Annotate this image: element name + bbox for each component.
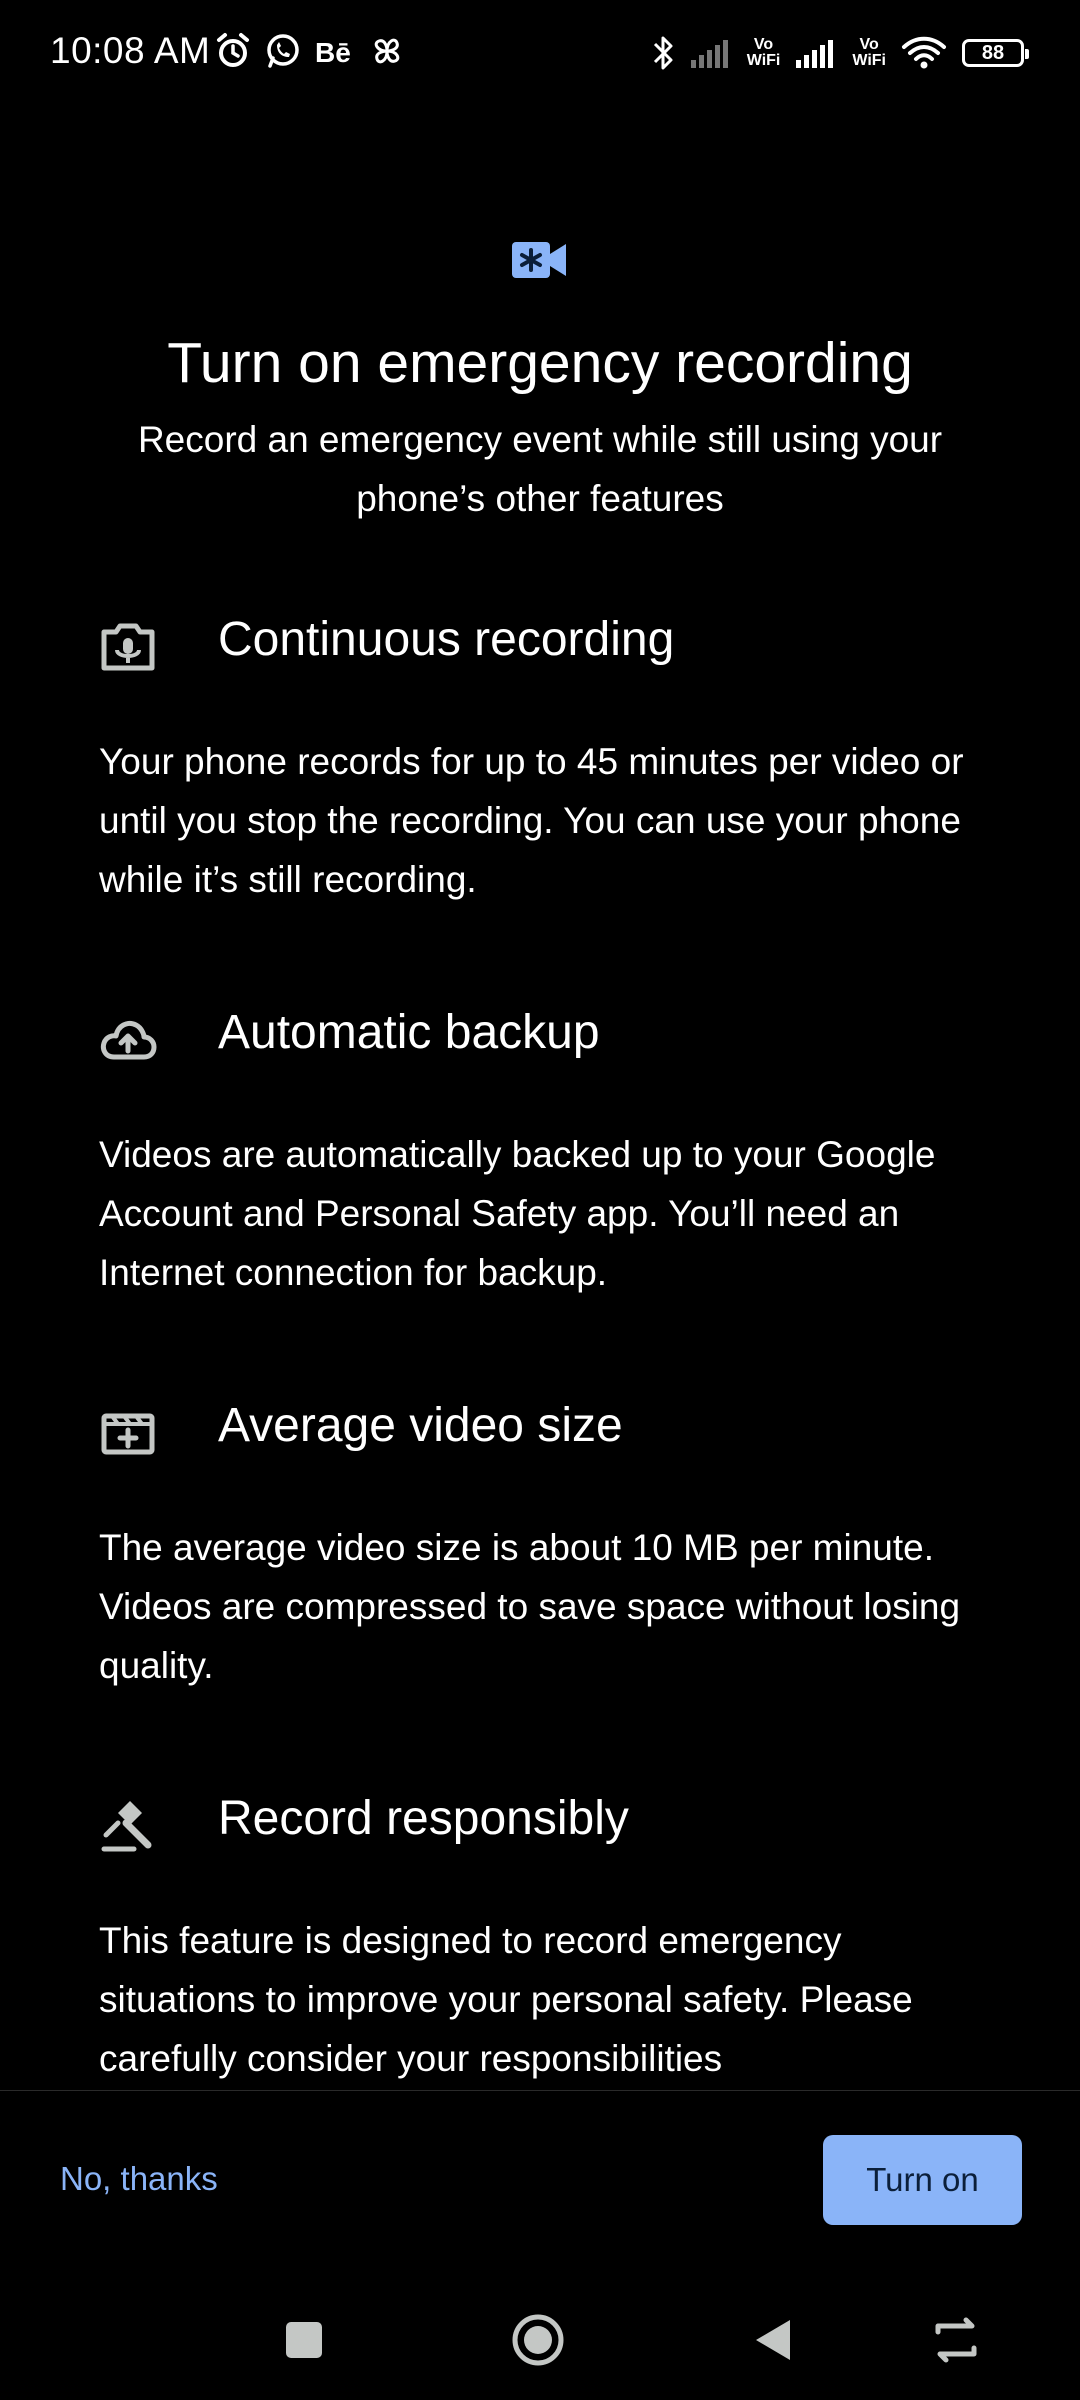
section-body: Videos are automatically backed up to yo… — [99, 1134, 936, 1293]
signal-icon — [690, 40, 728, 68]
camera-mic-icon — [101, 623, 155, 671]
signal-icon — [796, 40, 834, 68]
recents-icon[interactable] — [274, 2310, 334, 2370]
home-icon[interactable] — [508, 2310, 568, 2370]
vowifi-icon: Vo WiFi — [746, 36, 781, 69]
status-bar: 10:08 AM Bē Vo WiFi Vo WiFi 88 — [0, 0, 1080, 110]
svg-text:Bē: Bē — [315, 37, 351, 66]
turn-on-button[interactable]: Turn on — [823, 2135, 1022, 2225]
divider — [0, 2090, 1080, 2091]
back-icon[interactable] — [744, 2310, 804, 2370]
no-thanks-button[interactable]: No, thanks — [60, 2160, 218, 2198]
pinwheel-icon — [374, 38, 400, 64]
gavel-icon — [101, 1801, 152, 1852]
cloud-upload-icon — [100, 1020, 157, 1060]
wifi-icon — [902, 36, 946, 69]
page-subtitle: Record an emergency event while still us… — [137, 419, 943, 519]
behance-icon: Bē — [315, 37, 351, 66]
whatsapp-icon — [267, 34, 299, 68]
section-title: Average video size — [218, 1399, 623, 1452]
video-asterisk-icon — [512, 242, 566, 278]
status-time: 10:08 AM — [50, 30, 211, 71]
section-title: Continuous recording — [218, 613, 675, 666]
screen-rotate-icon[interactable] — [926, 2310, 986, 2370]
section-body: The average video size is about 10 MB pe… — [99, 1527, 961, 1686]
page-title: Turn on emergency recording — [167, 331, 913, 395]
section-body: Your phone records for up to 45 minutes … — [99, 741, 964, 900]
alarm-icon — [217, 33, 249, 67]
section-title: Record responsibly — [218, 1792, 629, 1845]
system-navigation-bar — [0, 2280, 1080, 2400]
battery-icon: 88 — [962, 39, 1029, 67]
section-title: Automatic backup — [218, 1006, 600, 1059]
video-storage-icon — [101, 1413, 155, 1455]
vowifi-icon: Vo WiFi — [852, 36, 886, 69]
status-notification-icons: Bē — [215, 32, 405, 70]
status-system-icons: Vo WiFi Vo WiFi 88 — [651, 30, 1029, 76]
battery-level: 88 — [981, 42, 1005, 64]
bluetooth-icon — [653, 36, 673, 70]
section-body: This feature is designed to record emerg… — [99, 1920, 913, 2079]
